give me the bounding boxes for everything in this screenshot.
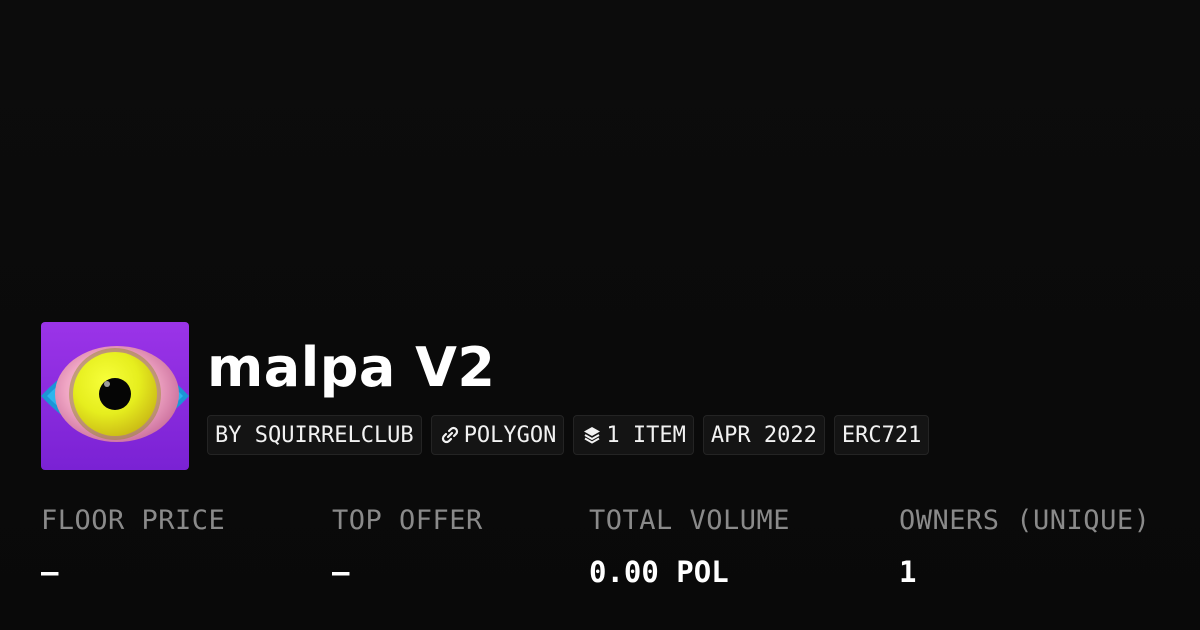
- stat-value: –: [41, 555, 59, 589]
- stat-label: TOTAL VOLUME: [589, 505, 791, 536]
- creator-tag[interactable]: BY SQUIRRELCLUB: [207, 415, 422, 455]
- stat-label: TOP OFFER: [332, 505, 483, 536]
- stat-total-volume: TOTAL VOLUME 0.00 POL: [589, 503, 790, 590]
- chain-link-icon: [439, 424, 461, 446]
- title-block: malpa V2 BY SQUIRRELCLUB POLYGON 1 ITEM …: [207, 336, 930, 455]
- chain-tag-label: POLYGON: [463, 422, 557, 448]
- item-count-tag[interactable]: 1 ITEM: [573, 415, 694, 455]
- chain-tag[interactable]: POLYGON: [430, 415, 565, 455]
- stats-row: FLOOR PRICE – TOP OFFER – TOTAL VOLUME 0…: [41, 503, 1181, 603]
- stat-value: 1: [899, 555, 917, 589]
- collection-header: malpa V2 BY SQUIRRELCLUB POLYGON 1 ITEM …: [41, 322, 930, 470]
- collection-card: malpa V2 BY SQUIRRELCLUB POLYGON 1 ITEM …: [0, 0, 1200, 630]
- layers-icon: [581, 424, 603, 446]
- stat-top-offer: TOP OFFER –: [332, 503, 483, 590]
- eye-artwork-icon: [41, 322, 189, 470]
- stat-owners: OWNERS (UNIQUE) 1: [899, 503, 1150, 590]
- item-count-tag-label: 1 ITEM: [606, 422, 686, 448]
- created-date-tag: APR 2022: [702, 415, 825, 455]
- collection-title: malpa V2: [207, 336, 496, 399]
- stat-floor-price: FLOOR PRICE –: [41, 503, 225, 590]
- stat-label: OWNERS (UNIQUE): [899, 505, 1151, 536]
- token-standard-tag: ERC721: [833, 415, 930, 455]
- created-date-tag-label: APR 2022: [710, 422, 817, 448]
- tag-row: BY SQUIRRELCLUB POLYGON 1 ITEM APR 2022 …: [207, 415, 930, 455]
- stat-label: FLOOR PRICE: [41, 505, 226, 536]
- stat-value: –: [332, 555, 350, 589]
- creator-tag-label: BY SQUIRRELCLUB: [215, 422, 414, 448]
- token-standard-tag-label: ERC721: [841, 422, 922, 448]
- collection-avatar[interactable]: [41, 322, 189, 470]
- stat-value: 0.00 POL: [589, 555, 729, 589]
